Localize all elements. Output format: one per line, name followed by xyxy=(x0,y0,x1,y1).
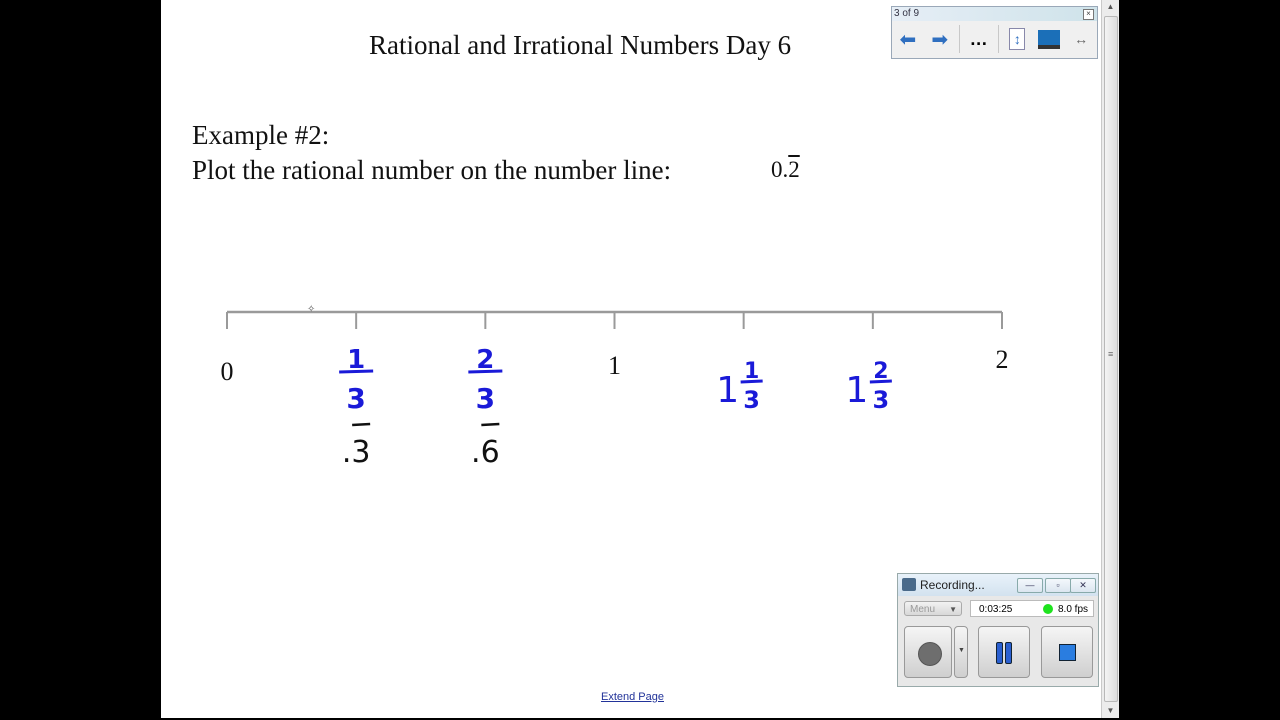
stop-icon xyxy=(1059,644,1076,661)
status-indicator-icon xyxy=(1043,604,1053,614)
recorder-window: Recording... — ▫ ✕ Menu ▼ 0:03:25 8.0 fps… xyxy=(897,573,1099,687)
scroll-up-icon[interactable]: ▲ xyxy=(1102,0,1119,14)
fraction-denominator: 3 xyxy=(346,382,365,415)
fit-page-icon: ↕ xyxy=(1009,28,1026,50)
menu-dropdown[interactable]: Menu ▼ xyxy=(904,601,962,616)
record-icon xyxy=(918,642,942,666)
fraction-bar xyxy=(869,379,892,384)
next-page-icon: ➡ xyxy=(931,28,949,51)
handwritten-fraction: 1 13 xyxy=(716,359,763,414)
fraction-bar xyxy=(468,369,503,374)
grip-icon: ≡ xyxy=(1108,349,1114,359)
fraction-denominator: 3 xyxy=(476,382,495,415)
recorder-title: Recording... xyxy=(920,578,985,592)
fraction-bar xyxy=(740,379,763,384)
previous-page-button[interactable]: ⬅ xyxy=(892,25,924,53)
fraction-whole: 1 xyxy=(716,370,739,411)
repeating-bar xyxy=(352,422,371,427)
tick-label: 2 xyxy=(996,345,1009,374)
decimal-annotation: .3 xyxy=(342,435,371,470)
recording-status: 0:03:25 8.0 fps xyxy=(970,600,1094,617)
pause-icon-bar xyxy=(1005,642,1012,664)
restore-button[interactable]: ▫ xyxy=(1045,578,1071,593)
toolbar-divider xyxy=(997,25,999,53)
fit-page-button[interactable]: ↕ xyxy=(1001,25,1033,53)
dual-arrow-button[interactable]: ↔ xyxy=(1065,25,1097,53)
display-screen-button[interactable] xyxy=(1033,25,1065,53)
menu-label: Menu xyxy=(910,604,936,615)
page-indicator: 3 of 9 xyxy=(894,8,920,19)
fraction-bar xyxy=(339,369,374,374)
previous-page-icon: ⬅ xyxy=(899,28,917,51)
tick-label: 0 xyxy=(221,357,234,386)
scrollbar-thumb[interactable]: ≡ xyxy=(1104,16,1118,702)
handwritten-fraction: 13.3 xyxy=(339,345,374,470)
close-icon[interactable]: × xyxy=(1083,9,1094,20)
number-line-ticks xyxy=(226,312,1003,329)
tick-label: 1 xyxy=(608,351,621,380)
recorder-icon xyxy=(902,578,916,591)
close-button[interactable]: ✕ xyxy=(1070,578,1096,593)
pause-icon xyxy=(996,642,1003,664)
dual-arrow-icon: ↔ xyxy=(1074,31,1089,47)
record-options-dropdown[interactable]: ▼ xyxy=(954,626,968,678)
fps-readout: 8.0 fps xyxy=(1058,604,1089,615)
elapsed-time: 0:03:25 xyxy=(979,604,1013,615)
chevron-down-icon: ▼ xyxy=(958,647,965,654)
more-icon: … xyxy=(969,28,988,49)
more-button[interactable]: … xyxy=(963,25,995,53)
stop-button[interactable] xyxy=(1041,626,1093,678)
next-page-button[interactable]: ➡ xyxy=(924,25,956,53)
cursor-icon: ✧ xyxy=(307,304,315,315)
vertical-scrollbar[interactable]: ▲ ≡ ▼ xyxy=(1101,0,1119,718)
fraction-whole: 1 xyxy=(845,370,868,411)
fraction-denominator: 3 xyxy=(872,386,889,414)
page-navigator: 3 of 9 × ⬅ ➡ … ↕ ↔ xyxy=(891,6,1098,59)
decimal-annotation: .6 xyxy=(471,435,500,470)
handwritten-fraction: 1 23 xyxy=(845,359,892,414)
minimize-button[interactable]: — xyxy=(1017,578,1043,593)
toolbar-divider xyxy=(958,25,960,53)
handwritten-fraction: 23.6 xyxy=(468,345,503,470)
fraction-denominator: 3 xyxy=(743,386,760,414)
extend-page-link[interactable]: Extend Page xyxy=(601,691,664,703)
record-button[interactable] xyxy=(904,626,952,678)
display-screen-icon xyxy=(1038,29,1061,49)
scroll-down-icon[interactable]: ▼ xyxy=(1102,704,1119,718)
repeating-bar xyxy=(481,422,500,427)
chevron-down-icon: ▼ xyxy=(949,605,957,614)
pause-button[interactable] xyxy=(978,626,1030,678)
